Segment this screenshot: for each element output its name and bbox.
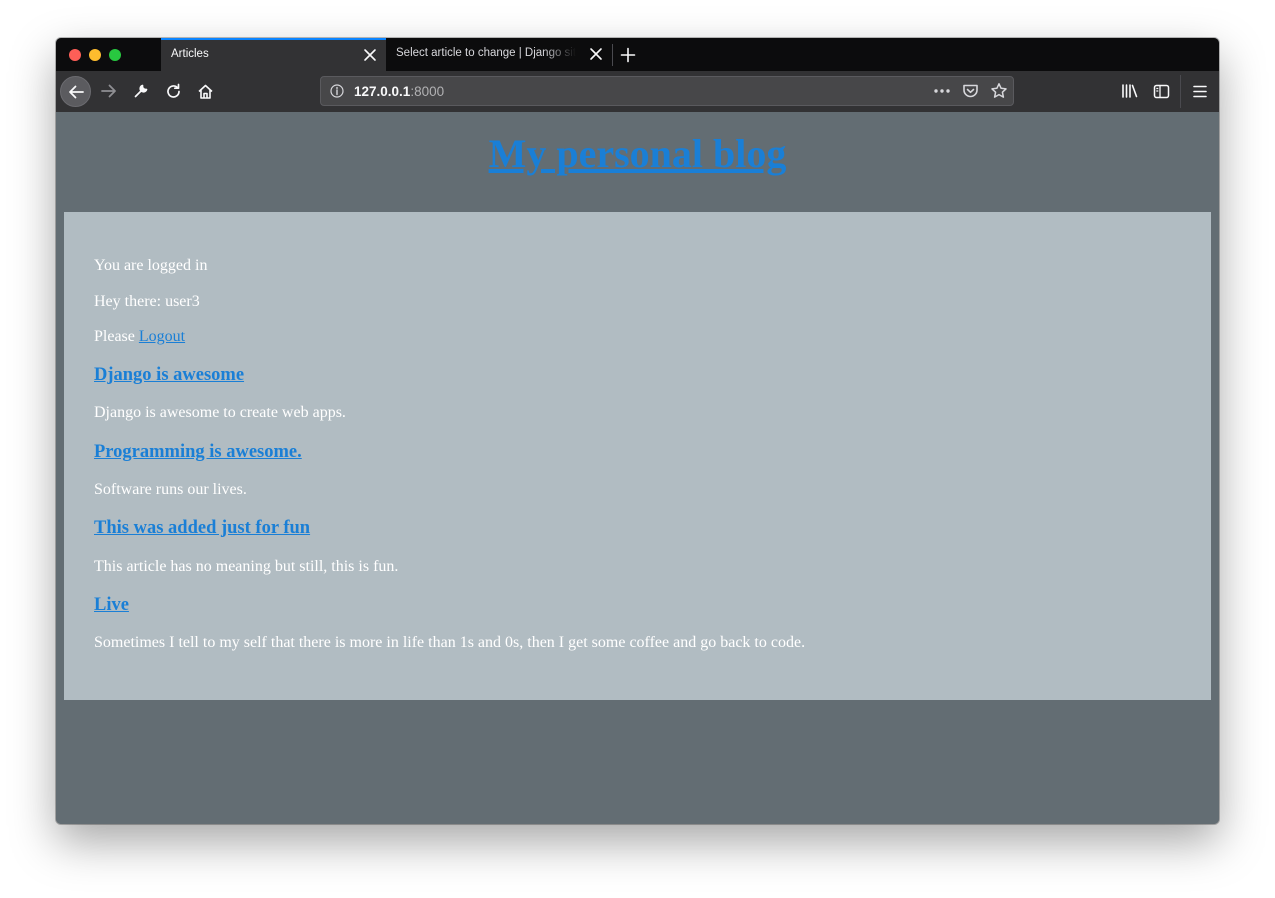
logout-link[interactable]: Logout [139,328,185,345]
new-tab-plus-icon[interactable] [620,47,636,63]
article-body: Django is awesome to create web apps. [94,404,346,421]
site-title-link[interactable]: My personal blog [489,131,787,176]
wrench-icon[interactable] [126,76,156,106]
tab-separator [612,44,613,66]
tab-strip: Articles Select article to change | Djan… [56,38,1219,71]
site-title: My personal blog [56,130,1219,177]
toolbar-divider [1180,75,1181,108]
tab-title: Select article to change | Django site a… [396,47,576,59]
content-panel: You are logged in Hey there: user3 Pleas… [64,212,1211,700]
please-text: Please [94,328,139,345]
article-title: This was added just for fun [94,517,310,539]
article-title-link[interactable]: This was added just for fun [94,518,310,538]
logout-prompt: Please Logout [94,327,185,347]
navigation-toolbar: 127.0.0.1:8000 [56,71,1219,113]
article-title-link[interactable]: Programming is awesome. [94,442,302,462]
maximize-window-button[interactable] [109,49,121,61]
browser-window: Articles Select article to change | Djan… [56,38,1219,824]
article-body: Software runs our lives. [94,481,247,498]
tab-articles[interactable]: Articles [161,38,386,71]
sidebar-toggle-icon[interactable] [1146,76,1176,106]
minimize-window-button[interactable] [89,49,101,61]
bookmark-star-icon[interactable] [990,82,1008,105]
url-port: :8000 [410,84,445,99]
close-window-button[interactable] [69,49,81,61]
pocket-icon[interactable] [962,83,979,104]
site-info-icon[interactable] [330,84,344,103]
forward-arrow-icon[interactable] [94,76,124,106]
page-actions-icon[interactable] [933,84,951,103]
article-title-link[interactable]: Django is awesome [94,365,244,385]
tab-title: Articles [171,48,209,60]
reload-icon[interactable] [158,76,188,106]
article-title-link[interactable]: Live [94,595,129,615]
tab-django-admin[interactable]: Select article to change | Django site a… [386,38,612,71]
article-title: Programming is awesome. [94,441,302,463]
library-icon[interactable] [1114,76,1144,106]
login-status-text: You are logged in [94,257,208,274]
url-text: 127.0.0.1:8000 [354,84,444,99]
greeting-text: Hey there: user3 [94,293,200,310]
close-icon[interactable] [363,48,377,62]
address-bar[interactable]: 127.0.0.1:8000 [320,76,1014,106]
article-body: Sometimes I tell to my self that there i… [94,634,806,651]
article-body: This article has no meaning but still, t… [94,558,399,575]
home-icon[interactable] [190,76,220,106]
hamburger-menu-icon[interactable] [1185,76,1215,106]
web-page: My personal blog You are logged in Hey t… [56,112,1219,824]
article-title: Live [94,594,129,616]
back-arrow-icon[interactable] [60,76,91,107]
close-icon[interactable] [589,47,603,61]
url-host: 127.0.0.1 [354,84,411,99]
article-title: Django is awesome [94,364,244,386]
